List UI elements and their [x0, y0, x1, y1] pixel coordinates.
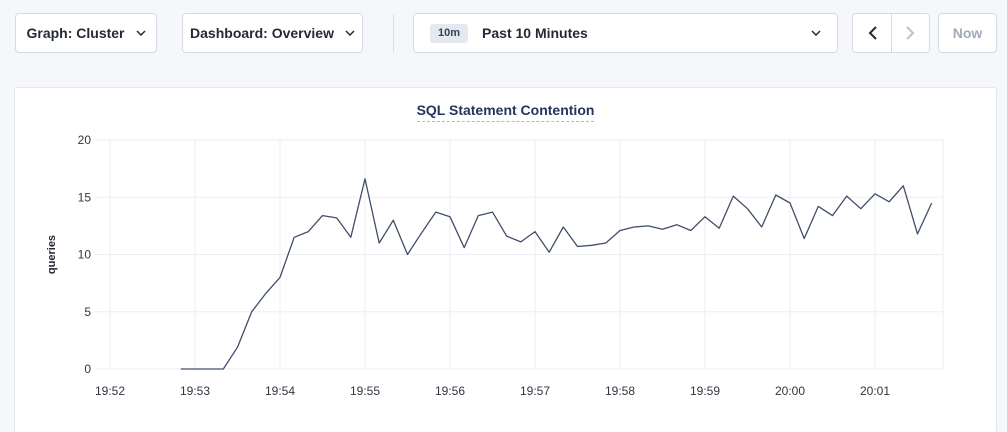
- x-tick-label: 19:52: [95, 384, 125, 398]
- now-button[interactable]: Now: [938, 13, 997, 53]
- chart-title[interactable]: SQL Statement Contention: [417, 102, 595, 122]
- time-range-dropdown[interactable]: 10m Past 10 Minutes: [413, 13, 838, 53]
- x-tick-label: 19:53: [180, 384, 210, 398]
- y-axis-label: queries: [46, 235, 58, 274]
- x-tick-label: 20:01: [860, 384, 890, 398]
- time-range-label: Past 10 Minutes: [482, 25, 588, 41]
- sql-contention-line-chart: 0 5 10 15 20 19:52 19:53 19:54 19:55 19:56 19:57 19…: [15, 88, 996, 432]
- x-tick-label: 19:54: [265, 384, 295, 398]
- x-tick-label: 19:59: [690, 384, 720, 398]
- time-window-pager: [852, 13, 930, 53]
- x-tick-label: 19:55: [350, 384, 380, 398]
- y-tick-label: 5: [84, 305, 91, 319]
- chevron-left-icon: [868, 26, 877, 40]
- chevron-down-icon: [136, 30, 146, 36]
- series-line: [181, 179, 932, 369]
- x-tick-label: 19:57: [520, 384, 550, 398]
- x-tick-label: 19:58: [605, 384, 635, 398]
- y-tick-label: 20: [78, 133, 92, 147]
- chevron-right-icon: [906, 26, 915, 40]
- time-next-button[interactable]: [891, 14, 929, 52]
- chart-card: 0 5 10 15 20 19:52 19:53 19:54 19:55 19:56 19:57 19…: [14, 87, 997, 432]
- graph-scope-dropdown[interactable]: Graph: Cluster: [15, 13, 157, 53]
- time-range-badge: 10m: [430, 24, 468, 43]
- x-tick-label: 20:00: [775, 384, 805, 398]
- chevron-down-icon: [811, 30, 821, 36]
- toolbar-divider: [393, 14, 394, 52]
- chevron-down-icon: [345, 30, 355, 36]
- dashboard-dropdown[interactable]: Dashboard: Overview: [182, 13, 363, 53]
- time-prev-button[interactable]: [853, 14, 891, 52]
- chart-title-row: SQL Statement Contention: [15, 102, 996, 122]
- y-tick-label: 15: [78, 190, 92, 204]
- dashboard-dropdown-label: Dashboard: Overview: [190, 25, 334, 41]
- y-tick-label: 0: [84, 362, 91, 376]
- graph-scope-dropdown-label: Graph: Cluster: [26, 25, 124, 41]
- x-tick-label: 19:56: [435, 384, 465, 398]
- db-console-metrics-page: Graph: Cluster Dashboard: Overview 10m P…: [0, 0, 1007, 432]
- y-tick-label: 10: [78, 248, 92, 262]
